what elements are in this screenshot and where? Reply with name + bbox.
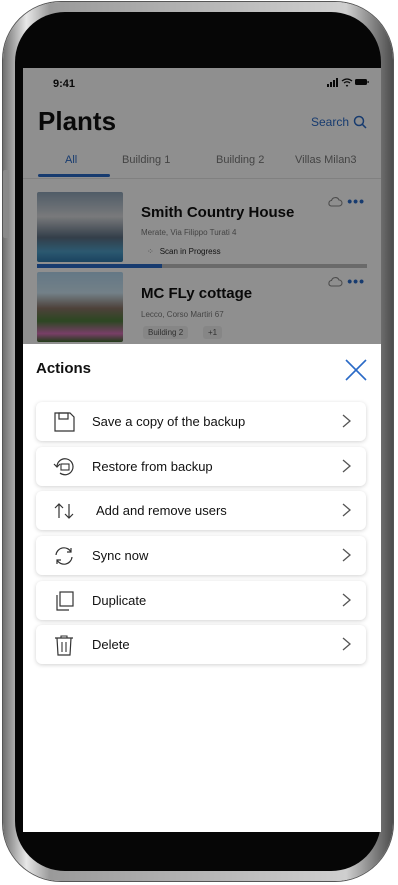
chevron-right-icon [342,593,351,607]
chevron-right-icon [342,414,351,428]
action-label: Add and remove users [96,503,227,518]
action-save-backup[interactable]: Save a copy of the backup [36,402,366,441]
save-icon [54,412,75,432]
action-label: Sync now [92,548,149,563]
action-label: Save a copy of the backup [92,414,246,429]
action-manage-users[interactable]: Add and remove users [36,491,366,530]
screen: 9:41 Plants Search All Building 1 Buildi… [23,68,381,832]
modal-scrim[interactable] [23,68,381,344]
action-delete[interactable]: Delete [36,625,366,664]
restore-icon [53,458,74,476]
chevron-right-icon [342,548,351,562]
users-swap-icon [54,503,74,519]
phone-side-button [3,170,9,238]
action-label: Delete [92,637,130,652]
chevron-right-icon [342,503,351,517]
action-duplicate[interactable]: Duplicate [36,581,366,620]
action-label: Duplicate [92,593,147,608]
sheet-title: Actions [36,360,92,377]
actions-sheet: Actions Save a copy of the backup Restor… [23,344,381,832]
action-label: Restore from backup [92,459,213,474]
trash-icon [55,635,73,656]
sync-icon [55,547,73,565]
duplicate-icon [56,591,74,611]
close-icon[interactable] [343,357,369,383]
action-restore-backup[interactable]: Restore from backup [36,447,366,486]
chevron-right-icon [342,637,351,651]
chevron-right-icon [342,459,351,473]
action-sync-now[interactable]: Sync now [36,536,366,575]
